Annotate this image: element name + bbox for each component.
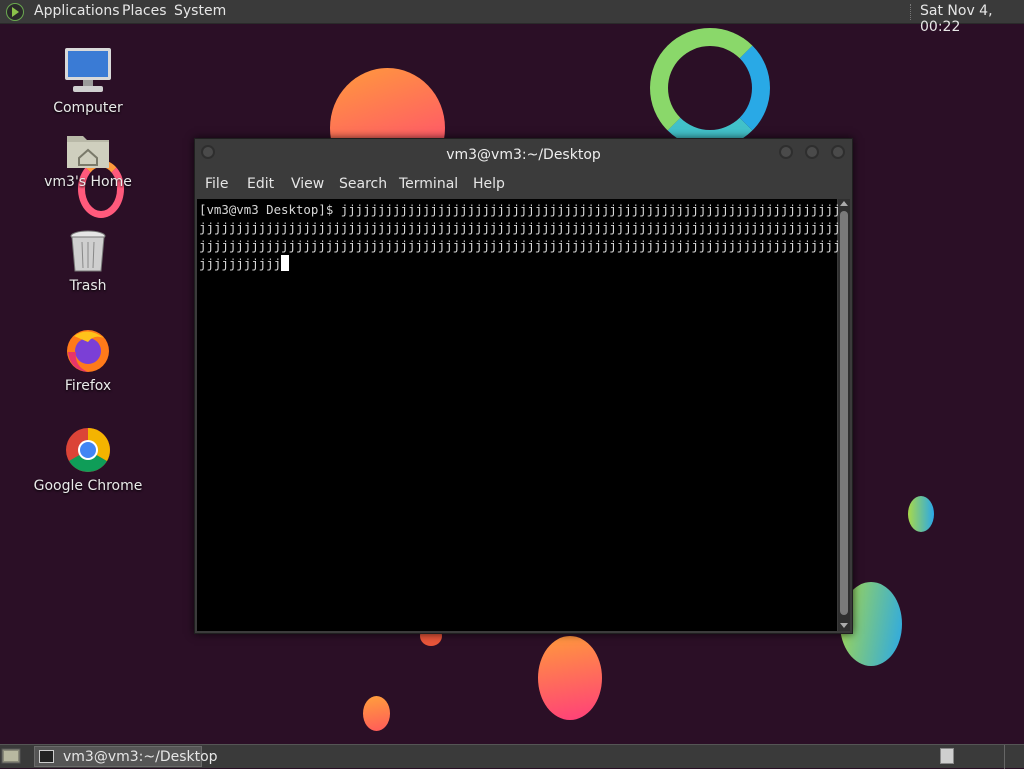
text-cursor — [281, 255, 290, 271]
desktop-icon-chrome[interactable]: Google Chrome — [28, 426, 148, 494]
clock[interactable]: Sat Nov 4, 00:22 — [920, 3, 1024, 35]
desktop-icon-label: Trash — [69, 278, 107, 294]
terminal-output[interactable]: [vm3@vm3 Desktop]$ jjjjjjjjjjjjjjjjjjjjj… — [197, 199, 841, 631]
scroll-down-arrow-icon[interactable] — [840, 623, 848, 628]
menu-search[interactable]: Search — [339, 176, 387, 192]
desktop-icon-label: vm3's Home — [44, 174, 132, 190]
home-folder-icon — [67, 136, 109, 168]
desktop-icon-firefox[interactable]: Firefox — [28, 326, 148, 394]
terminal-text: [vm3@vm3 Desktop]$ jjjjjjjjjjjjjjjjjjjjj… — [199, 201, 841, 273]
wallpaper-green-ring — [650, 28, 770, 148]
top-panel: Applications Places System Sat Nov 4, 00… — [0, 0, 1024, 35]
close-button[interactable] — [831, 145, 845, 159]
desktop-icon-label: Computer — [53, 100, 123, 116]
menu-help[interactable]: Help — [473, 176, 505, 192]
computer-icon — [65, 48, 111, 92]
desktop-icon-trash[interactable]: Trash — [28, 228, 148, 294]
workspace-switcher[interactable] — [940, 748, 954, 764]
menu-terminal[interactable]: Terminal — [399, 176, 458, 192]
desktop-icon-label: Firefox — [64, 378, 112, 394]
menu-applications[interactable]: Applications — [34, 3, 120, 19]
firefox-icon — [67, 330, 109, 372]
terminal-icon — [39, 750, 54, 763]
window-titlebar[interactable]: vm3@vm3:~/Desktop — [195, 139, 852, 171]
desktop-icon-label: Google Chrome — [33, 478, 143, 494]
terminal-scrollbar[interactable] — [838, 199, 850, 631]
scroll-up-arrow-icon[interactable] — [840, 201, 848, 206]
trash-icon — [70, 230, 106, 272]
menu-view[interactable]: View — [291, 176, 324, 192]
chrome-icon — [66, 428, 110, 472]
desktop-icon-home[interactable]: vm3's Home — [28, 130, 148, 190]
menu-system[interactable]: System — [174, 3, 226, 19]
taskbar-window-button[interactable]: vm3@vm3:~/Desktop — [34, 746, 218, 767]
bottom-panel: vm3@vm3:~/Desktop — [0, 744, 1024, 769]
desktop-icon-computer[interactable]: Computer — [28, 46, 148, 116]
shell-prompt: [vm3@vm3 Desktop]$ — [199, 202, 341, 217]
panel-separator — [910, 4, 913, 20]
scroll-thumb[interactable] — [840, 211, 848, 615]
panel-separator — [1004, 745, 1005, 769]
show-desktop-icon[interactable] — [0, 747, 22, 765]
minimize-button[interactable] — [779, 145, 793, 159]
taskbar-window-label: vm3@vm3:~/Desktop — [63, 749, 218, 765]
terminal-menubar: File Edit View Search Terminal Help — [195, 171, 852, 199]
wallpaper-small-orange-blob — [363, 696, 390, 731]
distro-logo-icon[interactable] — [6, 3, 24, 21]
menu-edit[interactable]: Edit — [247, 176, 274, 192]
window-title: vm3@vm3:~/Desktop — [446, 147, 601, 163]
terminal-window[interactable]: vm3@vm3:~/Desktop File Edit View Search … — [194, 138, 853, 634]
wallpaper-pink-blob — [538, 636, 602, 720]
menu-file[interactable]: File — [205, 176, 228, 192]
maximize-button[interactable] — [805, 145, 819, 159]
menu-places[interactable]: Places — [122, 3, 167, 19]
wallpaper-blue-blob — [908, 496, 934, 532]
